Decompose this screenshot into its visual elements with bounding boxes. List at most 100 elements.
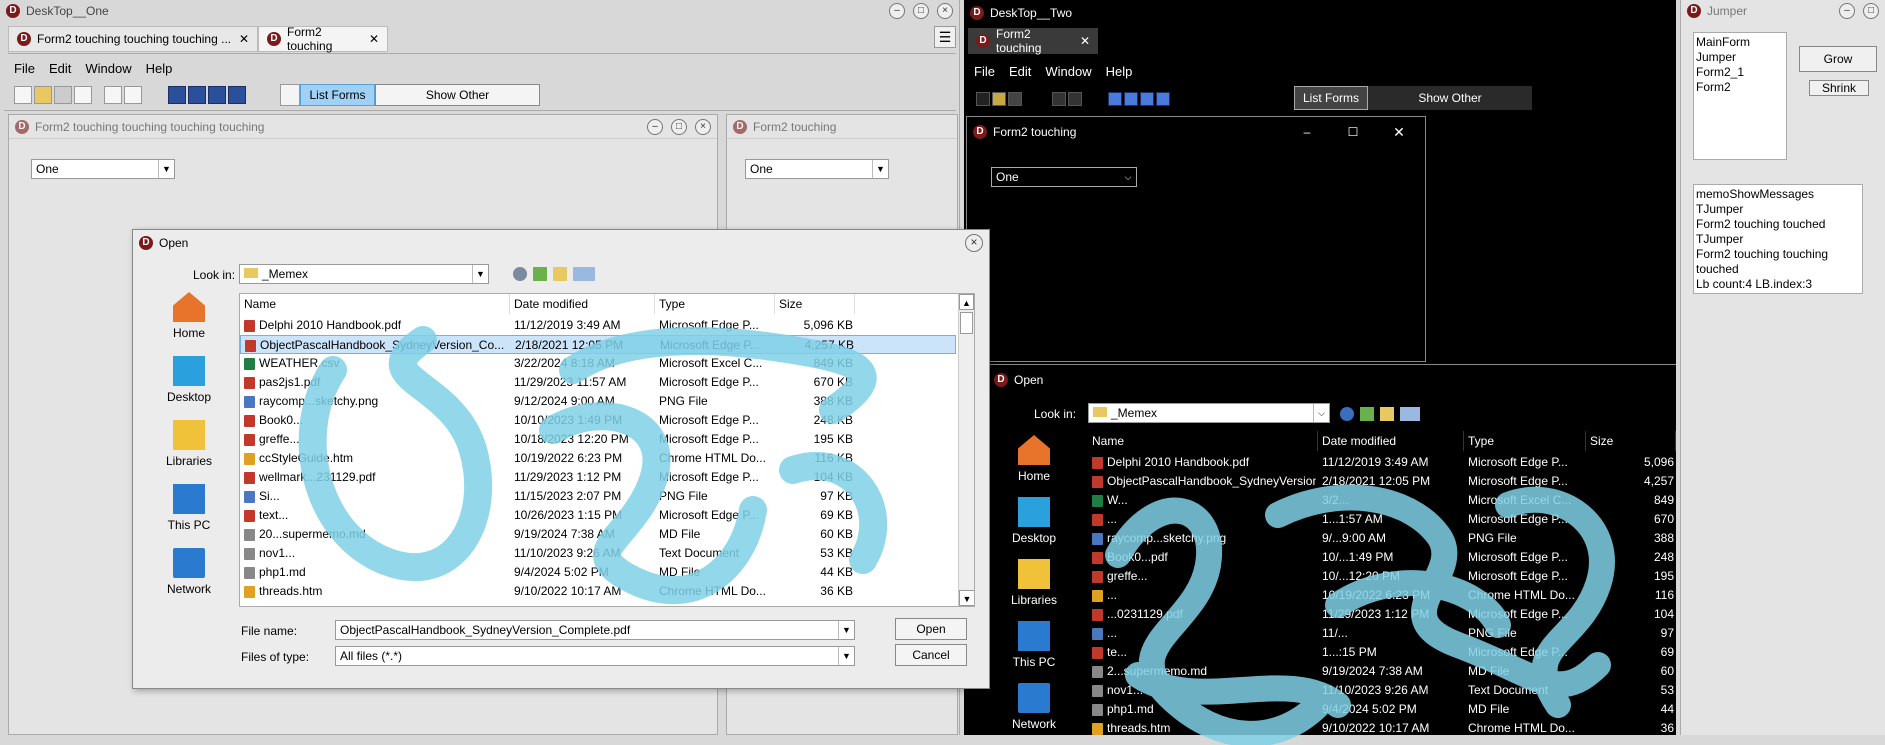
show-other-button[interactable]: Show Other [1368, 86, 1532, 110]
menu-help[interactable]: Help [1106, 64, 1133, 79]
scroll-thumb[interactable] [960, 312, 973, 334]
cancel-button[interactable]: Cancel [895, 644, 967, 666]
child-window-2-titlebar[interactable]: D Form2 touching [727, 115, 957, 139]
menu-window[interactable]: Window [1045, 64, 1091, 79]
place-libraries[interactable]: Libraries [994, 559, 1074, 607]
file-name-input[interactable]: ObjectPascalHandbook_SydneyVersion_Compl… [335, 620, 855, 640]
place-this-pc[interactable]: This PC [149, 484, 229, 532]
minimize-icon[interactable]: – [889, 3, 905, 19]
dialog-titlebar[interactable]: D Open [988, 365, 1676, 395]
copy-icon[interactable] [1052, 92, 1066, 106]
menu-help[interactable]: Help [146, 61, 173, 76]
shrink-button[interactable]: Shrink [1809, 80, 1869, 96]
list-item[interactable]: MainForm [1696, 35, 1784, 50]
look-in-combo[interactable]: _Memex ▼ [239, 264, 489, 284]
grow-button[interactable]: Grow [1799, 46, 1877, 72]
list-forms-button[interactable]: List Forms [300, 84, 375, 106]
tab-form2[interactable]: D Form2 touching ✕ [968, 27, 1098, 55]
show-other-button[interactable]: Show Other [375, 84, 540, 106]
close-icon[interactable]: × [937, 3, 953, 19]
place-network[interactable]: Network [149, 548, 229, 596]
maximize-icon[interactable]: □ [1863, 3, 1879, 19]
tile-horizontal-icon[interactable] [188, 86, 206, 104]
menu-edit[interactable]: Edit [1009, 64, 1031, 79]
menu-edit[interactable]: Edit [49, 61, 71, 76]
minimize-icon[interactable]: – [647, 118, 663, 135]
back-icon[interactable] [513, 267, 527, 281]
cut-icon[interactable] [74, 86, 92, 104]
cascade-icon[interactable] [168, 86, 186, 104]
paste-icon[interactable] [1068, 92, 1082, 106]
look-in-combo[interactable]: _Memex ⌵ [1088, 403, 1330, 423]
save-icon[interactable] [54, 86, 72, 104]
new-folder-icon[interactable] [1380, 407, 1394, 421]
back-icon[interactable] [1340, 407, 1354, 421]
menu-file[interactable]: File [14, 61, 35, 76]
menu-file[interactable]: File [974, 64, 995, 79]
desktop-two-titlebar[interactable]: D DeskTop__Two [964, 0, 1676, 26]
place-desktop[interactable]: Desktop [149, 356, 229, 404]
place-network[interactable]: Network [994, 683, 1074, 731]
minimize-icon[interactable]: – [1287, 125, 1327, 139]
paste-icon[interactable] [124, 86, 142, 104]
place-libraries[interactable]: Libraries [149, 420, 229, 468]
list-item[interactable]: Form2_1 [1696, 65, 1784, 80]
menu-window[interactable]: Window [85, 61, 131, 76]
list-item[interactable]: Form2 [1696, 80, 1784, 95]
up-folder-icon[interactable] [1360, 407, 1374, 421]
new-file-icon[interactable] [976, 92, 990, 106]
open-button[interactable]: Open [895, 618, 967, 640]
view-menu-icon[interactable] [573, 267, 595, 281]
close-icon[interactable]: × [965, 234, 983, 252]
place-home[interactable]: Home [149, 292, 229, 340]
hamburger-menu-icon[interactable]: ☰ [934, 26, 956, 48]
view-menu-icon[interactable] [1400, 407, 1420, 421]
desktop-one-titlebar[interactable]: D DeskTop__One – □ × [0, 0, 959, 22]
tile-vertical-icon[interactable] [1140, 92, 1154, 106]
tile-vertical-icon[interactable] [208, 86, 226, 104]
arrange-icon[interactable] [1156, 92, 1170, 106]
new-file-icon[interactable] [14, 86, 32, 104]
list-forms-button[interactable]: List Forms [1294, 86, 1368, 110]
place-this-pc[interactable]: This PC [994, 621, 1074, 669]
cascade-icon[interactable] [1108, 92, 1122, 106]
toolbar-checkbox[interactable] [280, 84, 300, 106]
file-type-select[interactable]: All files (*.*) ▼ [335, 646, 855, 666]
forms-listbox[interactable]: MainForm Jumper Form2_1 Form2 [1693, 32, 1787, 160]
child-window-titlebar[interactable]: D Form2 touching – ☐ ✕ [967, 117, 1425, 147]
open-folder-icon[interactable] [992, 92, 1006, 106]
maximize-icon[interactable]: □ [913, 3, 929, 19]
combo-box[interactable]: One ▼ [31, 159, 175, 179]
tab-form2-long[interactable]: D Form2 touching touching touching ... ✕ [8, 26, 258, 52]
copy-icon[interactable] [104, 86, 122, 104]
maximize-icon[interactable]: □ [671, 118, 687, 135]
combo-box[interactable]: One ⌵ [991, 167, 1137, 187]
dialog-titlebar[interactable]: D Open × [133, 230, 989, 256]
tab-form2-short[interactable]: D Form2 touching ✕ [258, 25, 388, 53]
combo-box[interactable]: One ▼ [745, 159, 889, 179]
tab-close-icon[interactable]: ✕ [1080, 34, 1090, 48]
vertical-scrollbar[interactable]: ▲ ▼ [958, 294, 974, 606]
minimize-icon[interactable]: – [1839, 3, 1855, 19]
scroll-down-icon[interactable]: ▼ [959, 590, 974, 606]
jumper-titlebar[interactable]: D Jumper – □ [1681, 0, 1885, 22]
messages-memo[interactable]: memoShowMessages TJumper Form2 touching … [1693, 184, 1863, 294]
delphi-logo-icon: D [976, 34, 990, 48]
close-icon[interactable]: ✕ [1379, 124, 1419, 141]
save-icon[interactable] [1008, 92, 1022, 106]
child-window-1-titlebar[interactable]: D Form2 touching touching touching touch… [9, 115, 717, 139]
up-folder-icon[interactable] [533, 267, 547, 281]
place-home[interactable]: Home [994, 435, 1074, 483]
new-folder-icon[interactable] [553, 267, 567, 281]
desktop-icon [1018, 497, 1050, 527]
open-folder-icon[interactable] [34, 86, 52, 104]
tab-close-icon[interactable]: ✕ [239, 32, 249, 46]
tab-close-icon[interactable]: ✕ [369, 32, 379, 46]
close-icon[interactable]: × [695, 118, 711, 135]
list-item[interactable]: Jumper [1696, 50, 1784, 65]
maximize-icon[interactable]: ☐ [1333, 125, 1373, 139]
place-desktop[interactable]: Desktop [994, 497, 1074, 545]
scroll-up-icon[interactable]: ▲ [959, 294, 974, 310]
arrange-icon[interactable] [228, 86, 246, 104]
tile-horizontal-icon[interactable] [1124, 92, 1138, 106]
